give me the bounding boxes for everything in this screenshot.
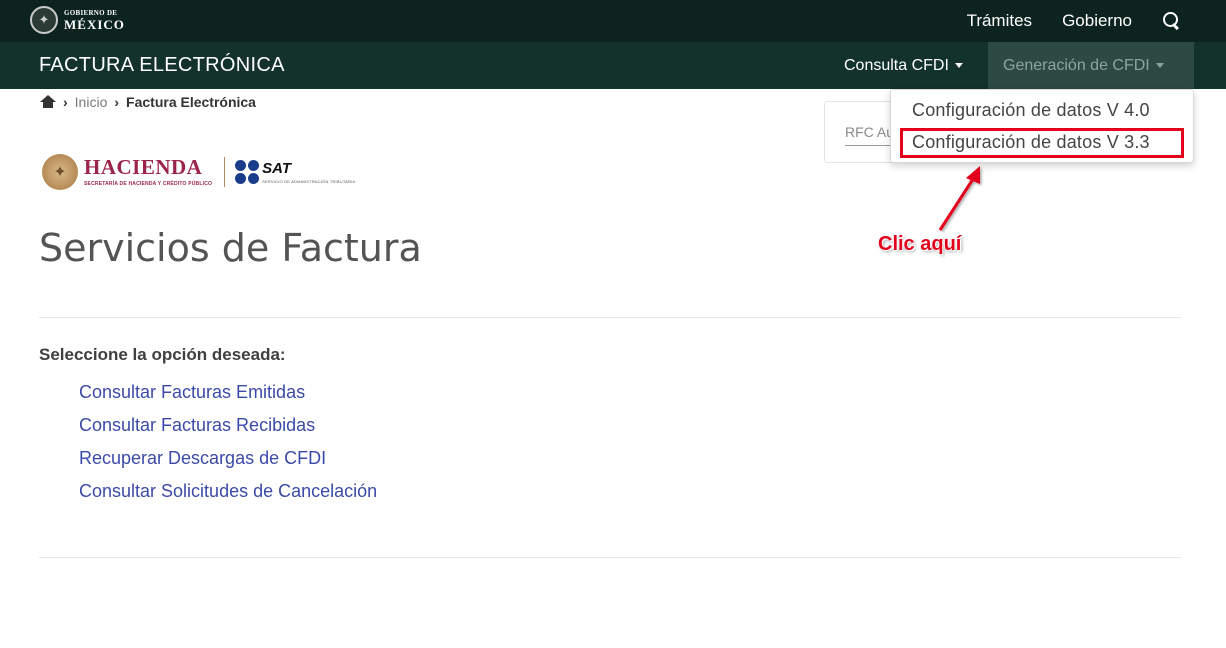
gov-header: ✦ GOBIERNO DE MÉXICO Trámites Gobierno (0, 0, 1226, 42)
list-item: Consultar Facturas Emitidas (79, 382, 377, 415)
list-item: Recuperar Descargas de CFDI (79, 448, 377, 481)
sat-logo-icon (235, 160, 260, 184)
hacienda-sat-logo: ✦ HACIENDA SECRETARÍA DE HACIENDA Y CRÉD… (42, 154, 355, 190)
divider (39, 557, 1181, 558)
chevron-right-icon: › (114, 94, 120, 110)
rfc-label: RFC Au (845, 124, 895, 140)
page-title: Servicios de Factura (39, 226, 422, 270)
list-item: Consultar Solicitudes de Cancelación (79, 481, 377, 514)
menu-consulta-cfdi[interactable]: Consulta CFDI (844, 57, 963, 75)
search-icon[interactable] (1162, 11, 1182, 31)
chevron-down-icon (1155, 63, 1164, 69)
gov-logo-line2: MÉXICO (64, 16, 125, 32)
hacienda-title: HACIENDA (84, 155, 203, 179)
menu-consulta-label: Consulta CFDI (844, 57, 949, 74)
divider (39, 317, 1181, 318)
list-item: Consultar Facturas Recibidas (79, 415, 377, 448)
app-header: FACTURA ELECTRÓNICA Consulta CFDI Genera… (0, 42, 1226, 89)
logo-divider (224, 157, 226, 187)
gov-nav: Trámites Gobierno (967, 0, 1226, 42)
arrow-icon (938, 166, 980, 231)
chevron-down-icon (954, 63, 963, 69)
home-icon[interactable] (40, 95, 56, 109)
link-recuperar-descargas[interactable]: Recuperar Descargas de CFDI (79, 448, 326, 468)
nav-gobierno[interactable]: Gobierno (1062, 11, 1132, 31)
link-consultar-emitidas[interactable]: Consultar Facturas Emitidas (79, 382, 305, 402)
annotation-clic-aqui: Clic aquí (878, 233, 962, 255)
chevron-right-icon: › (63, 94, 68, 110)
gov-logo-line1: GOBIERNO DE (64, 8, 118, 17)
breadcrumb-inicio[interactable]: Inicio (75, 94, 108, 110)
highlight-box (900, 128, 1184, 158)
link-consultar-recibidas[interactable]: Consultar Facturas Recibidas (79, 415, 315, 435)
sat-subtitle: SERVICIO DE ADMINISTRACIÓN TRIBUTARIA (262, 178, 356, 184)
nav-tramites[interactable]: Trámites (967, 11, 1033, 31)
options-list: Consultar Facturas Emitidas Consultar Fa… (79, 382, 377, 514)
gobierno-logo[interactable]: ✦ GOBIERNO DE MÉXICO (30, 6, 125, 34)
link-consultar-cancelacion[interactable]: Consultar Solicitudes de Cancelación (79, 481, 377, 501)
menu-generacion-cfdi[interactable]: Generación de CFDI (988, 42, 1194, 89)
eagle-seal-icon: ✦ (30, 6, 58, 34)
menu-generacion-label: Generación de CFDI (1003, 57, 1150, 74)
hacienda-seal-icon: ✦ (42, 154, 78, 190)
breadcrumb-current: Factura Electrónica (126, 94, 256, 110)
app-title[interactable]: FACTURA ELECTRÓNICA (39, 54, 285, 77)
hacienda-subtitle: SECRETARÍA DE HACIENDA Y CRÉDITO PÚBLICO (84, 181, 213, 187)
menu-item-config-v40[interactable]: Configuración de datos V 4.0 (912, 100, 1150, 121)
breadcrumb: › Inicio › Factura Electrónica (40, 94, 256, 110)
select-option-label: Seleccione la opción deseada: (39, 345, 286, 364)
sat-title: SAT (262, 159, 291, 177)
